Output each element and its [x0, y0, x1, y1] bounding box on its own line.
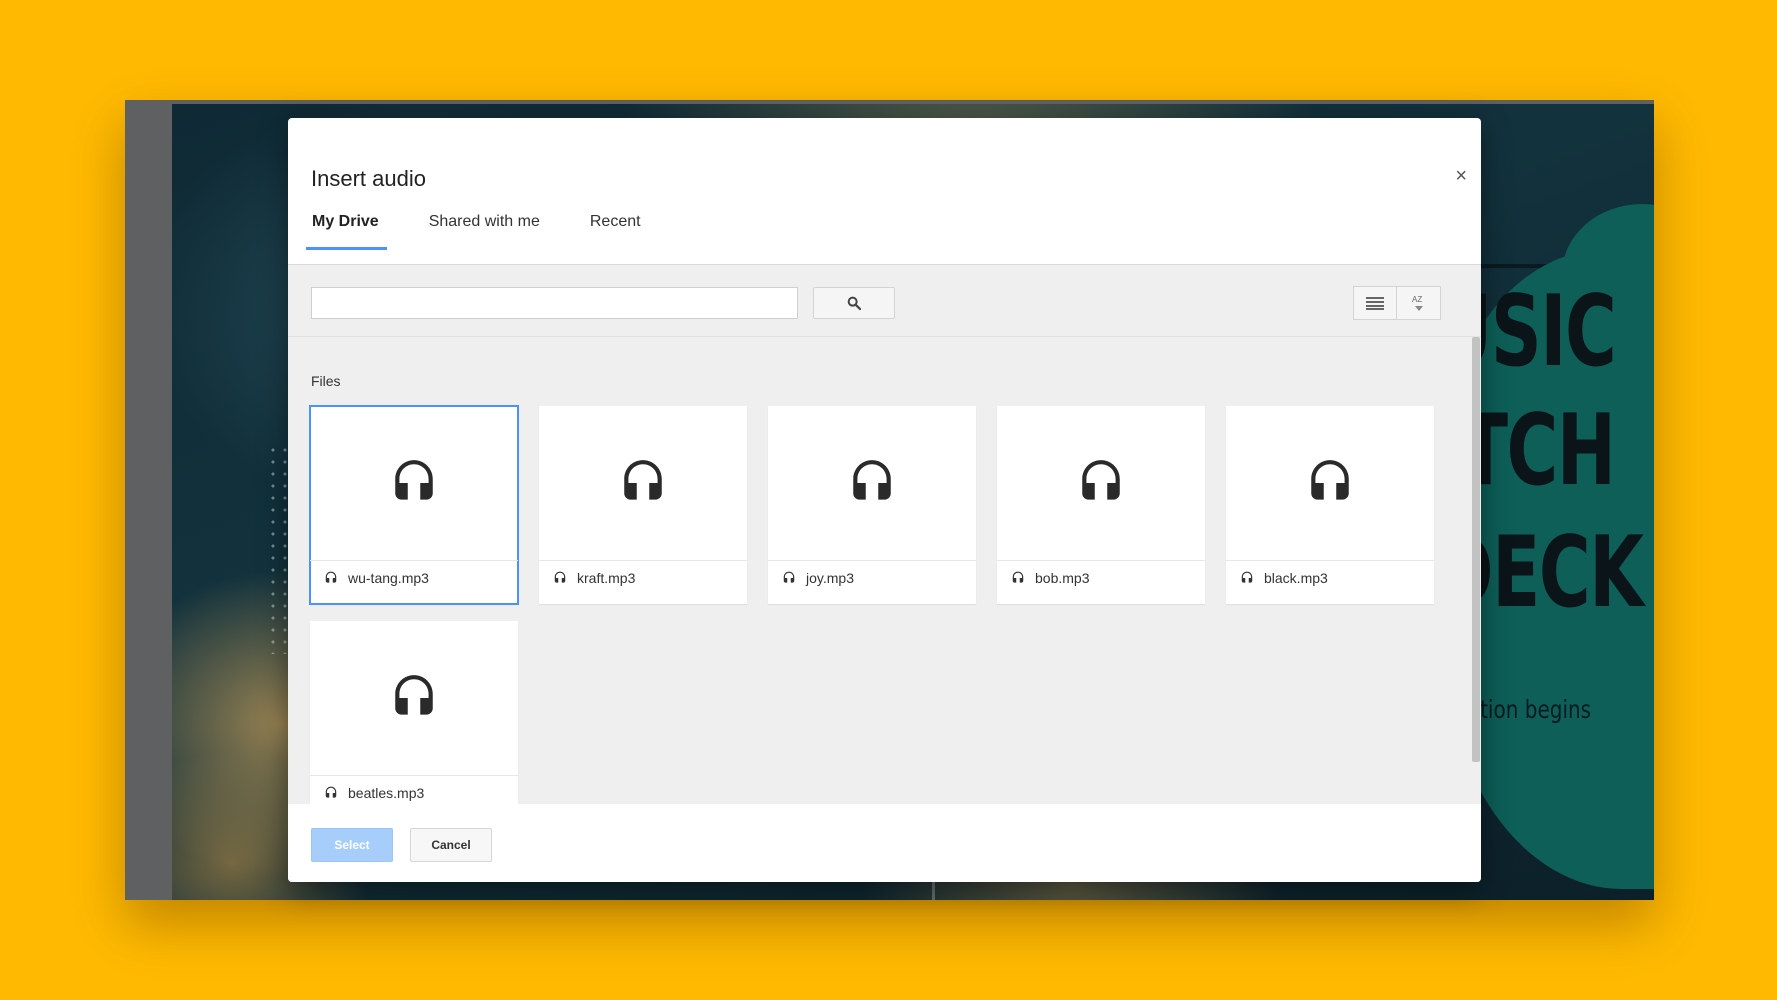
tab-my-drive[interactable]: My Drive — [306, 214, 387, 250]
file-label: joy.mp3 — [782, 570, 854, 586]
file-name: black.mp3 — [1264, 570, 1328, 586]
cancel-button[interactable]: Cancel — [410, 828, 492, 862]
headphones-icon — [1241, 571, 1253, 583]
list-view-button[interactable] — [1353, 286, 1397, 320]
view-controls: AZ — [1353, 286, 1441, 320]
tab-recent[interactable]: Recent — [586, 214, 645, 250]
files-section-label: Files — [311, 373, 341, 389]
file-card-wu-tang[interactable]: wu-tang.mp3 — [309, 405, 519, 605]
sort-button[interactable]: AZ — [1397, 286, 1441, 320]
headphones-icon — [1012, 571, 1024, 583]
file-thumbnail — [1226, 406, 1434, 561]
source-tabs: My Drive Shared with me Recent — [306, 214, 687, 250]
headphones-icon — [1082, 460, 1120, 500]
sort-az-icon: AZ — [1412, 295, 1423, 311]
headphones-icon — [554, 571, 566, 583]
browser-toolbar: AZ — [288, 265, 1481, 337]
file-thumbnail — [310, 406, 518, 561]
scrollbar[interactable] — [1472, 337, 1480, 762]
file-card-beatles[interactable]: beatles.mp3 — [310, 621, 518, 804]
search-input[interactable] — [311, 287, 798, 319]
headphones-icon — [395, 675, 433, 715]
file-card-black[interactable]: black.mp3 — [1226, 406, 1434, 604]
close-icon[interactable]: × — [1455, 166, 1467, 186]
headphones-icon — [325, 786, 337, 798]
file-thumbnail — [997, 406, 1205, 561]
file-thumbnail — [768, 406, 976, 561]
dialog-title: Insert audio — [311, 166, 426, 191]
insert-audio-dialog: Insert audio × My Drive Shared with me R… — [288, 118, 1481, 882]
headphones-icon — [853, 460, 891, 500]
sort-az-label: AZ — [1412, 295, 1422, 304]
headphones-icon — [325, 571, 337, 583]
select-button[interactable]: Select — [311, 828, 393, 862]
file-name: kraft.mp3 — [577, 570, 636, 586]
tab-shared-with-me[interactable]: Shared with me — [425, 214, 544, 250]
file-browser: AZ Files wu-tang.mp3 kraft.mp3 joy.mp3 b… — [288, 264, 1481, 804]
file-label: black.mp3 — [1240, 570, 1328, 586]
file-thumbnail — [310, 621, 518, 776]
file-card-joy[interactable]: joy.mp3 — [768, 406, 976, 604]
file-name: wu-tang.mp3 — [348, 570, 429, 586]
file-card-bob[interactable]: bob.mp3 — [997, 406, 1205, 604]
headphones-icon — [783, 571, 795, 583]
file-label: bob.mp3 — [1011, 570, 1089, 586]
file-label: beatles.mp3 — [324, 785, 424, 801]
file-name: bob.mp3 — [1035, 570, 1090, 586]
list-view-icon — [1366, 297, 1384, 310]
headphones-icon — [624, 460, 662, 500]
file-label: wu-tang.mp3 — [324, 570, 429, 586]
headphones-icon — [395, 460, 433, 500]
file-thumbnail — [539, 406, 747, 561]
file-name: joy.mp3 — [806, 570, 854, 586]
file-name: beatles.mp3 — [348, 785, 425, 801]
dialog-footer: Select Cancel — [288, 804, 1481, 882]
headphones-icon — [1311, 460, 1349, 500]
file-card-kraft[interactable]: kraft.mp3 — [539, 406, 747, 604]
search-icon — [847, 296, 862, 311]
search-button[interactable] — [813, 287, 895, 319]
file-label: kraft.mp3 — [553, 570, 635, 586]
